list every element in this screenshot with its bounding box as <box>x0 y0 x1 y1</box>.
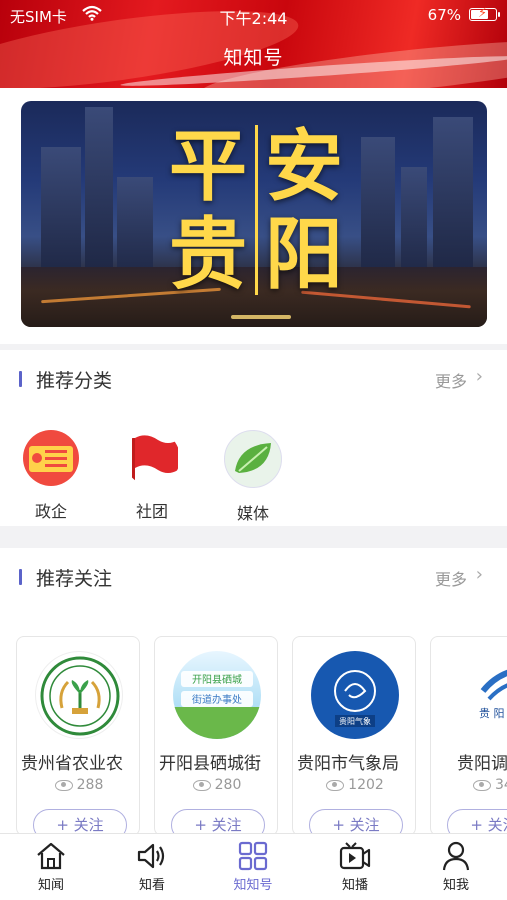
building <box>85 107 113 287</box>
weather-bureau-logo-icon: 贵阳气象 <box>311 651 399 739</box>
category-label: 媒体 <box>236 504 269 523</box>
eye-icon <box>54 779 73 791</box>
recommended-follows-section: 推荐关注 更多 › 贵州省农业农 288 + 关注 开阳县硒城 街道办事处 开阳… <box>0 548 507 836</box>
more-link[interactable]: 更多 <box>435 368 467 392</box>
status-bar: 无SIM卡 下午2:44 67% ⚡ <box>0 0 507 30</box>
header: 无SIM卡 下午2:44 67% ⚡ 知知号 <box>0 0 507 88</box>
recommended-categories-section: 推荐分类 更多 › 政企 社团 媒体 <box>0 350 507 526</box>
banner-char: 阳 <box>264 210 343 300</box>
red-flag-icon <box>124 430 180 486</box>
banner-char: 安 <box>264 122 343 212</box>
account-name: 贵州省农业农 <box>21 754 123 774</box>
tab-label: 知我 <box>442 878 469 893</box>
tab-zhikan[interactable]: 知看 <box>122 840 182 893</box>
more-link[interactable]: 更多 <box>435 566 467 590</box>
section-accent-bar <box>19 569 22 585</box>
battery-icon: ⚡ <box>469 6 500 21</box>
account-name: 贵阳市气象局 <box>297 754 399 774</box>
person-icon <box>439 840 473 872</box>
tv-play-icon <box>338 840 372 872</box>
account-card[interactable]: 开阳县硒城 街道办事处 开阳县硒城街 280 + 关注 <box>154 636 278 836</box>
section-title: 推荐分类 <box>36 370 113 392</box>
view-count: 1202 <box>293 777 415 793</box>
eye-icon <box>192 779 211 791</box>
speaker-icon <box>135 840 169 872</box>
svg-text:贵阳气象: 贵阳气象 <box>339 716 371 726</box>
follow-button[interactable]: + 关注 <box>171 809 265 835</box>
tab-label: 知看 <box>138 878 165 893</box>
follow-cards-carousel[interactable]: 贵州省农业农 288 + 关注 开阳县硒城 街道办事处 开阳县硒城街 280 +… <box>0 636 507 836</box>
kaiyang-logo-icon: 开阳县硒城 街道办事处 <box>173 651 261 739</box>
account-name: 开阳县硒城街 <box>159 754 261 774</box>
banner-char: 平 <box>168 122 247 212</box>
party-flag-icon <box>23 430 79 486</box>
svg-text:贵 阳 调: 贵 阳 调 <box>479 707 507 720</box>
tab-label: 知闻 <box>37 878 64 893</box>
battery-percent: 67% <box>427 6 461 24</box>
tab-label: 知播 <box>341 878 368 893</box>
tab-zhibo[interactable]: 知播 <box>325 840 385 893</box>
category-label: 政企 <box>34 502 67 521</box>
account-name: 贵阳调 <box>457 754 507 774</box>
tab-zhiwo[interactable]: 知我 <box>426 840 486 893</box>
account-card[interactable]: 贵 阳 调 贵阳调 34 + 关注 <box>430 636 507 836</box>
view-count: 34 <box>431 777 507 793</box>
banner-divider <box>255 125 258 295</box>
category-item[interactable]: 政企 <box>16 430 86 522</box>
account-card[interactable]: 贵州省农业农 288 + 关注 <box>16 636 140 836</box>
grid-icon <box>236 840 270 872</box>
follow-button[interactable]: + 关注 <box>309 809 403 835</box>
page-title: 知知号 <box>223 47 284 69</box>
survey-logo-icon: 贵 阳 调 <box>449 651 507 739</box>
tab-zhizhihao[interactable]: 知知号 <box>223 840 283 893</box>
building <box>433 117 473 287</box>
category-label: 社团 <box>135 502 168 521</box>
banner-char: 贵 <box>168 210 247 300</box>
bottom-tab-bar: 知闻 知看 知知号 知播 知我 <box>0 833 507 900</box>
follow-button[interactable]: + 关注 <box>33 809 127 835</box>
light-streak <box>231 315 291 319</box>
chevron-right-icon[interactable]: › <box>476 564 483 585</box>
section-header: 推荐关注 更多 › <box>0 548 507 608</box>
svg-text:开阳县硒城: 开阳县硒城 <box>192 674 242 686</box>
category-item[interactable]: 媒体 <box>218 430 288 524</box>
building <box>41 147 81 287</box>
chevron-right-icon[interactable]: › <box>476 366 483 387</box>
building <box>361 137 395 287</box>
banner-title: 平 安 贵 阳 <box>163 125 353 295</box>
svg-text:街道办事处: 街道办事处 <box>192 693 242 706</box>
leaf-icon <box>224 430 282 488</box>
tab-label: 知知号 <box>233 878 273 893</box>
account-card[interactable]: 贵阳气象 贵阳市气象局 1202 + 关注 <box>292 636 416 836</box>
view-count: 288 <box>17 777 139 793</box>
tab-zhiwen[interactable]: 知闻 <box>21 840 81 893</box>
section-accent-bar <box>19 371 22 387</box>
banner[interactable]: 平 安 贵 阳 <box>21 101 487 327</box>
section-title: 推荐关注 <box>36 568 113 590</box>
view-count: 280 <box>155 777 277 793</box>
home-icon <box>34 840 68 872</box>
category-item[interactable]: 社团 <box>117 430 187 522</box>
eye-icon <box>473 779 491 791</box>
banner-section: 平 安 贵 阳 <box>0 88 507 344</box>
section-header: 推荐分类 更多 › <box>0 350 507 410</box>
eye-icon <box>326 779 345 791</box>
agriculture-logo-icon <box>35 651 123 739</box>
follow-button[interactable]: + 关注 <box>447 809 507 835</box>
